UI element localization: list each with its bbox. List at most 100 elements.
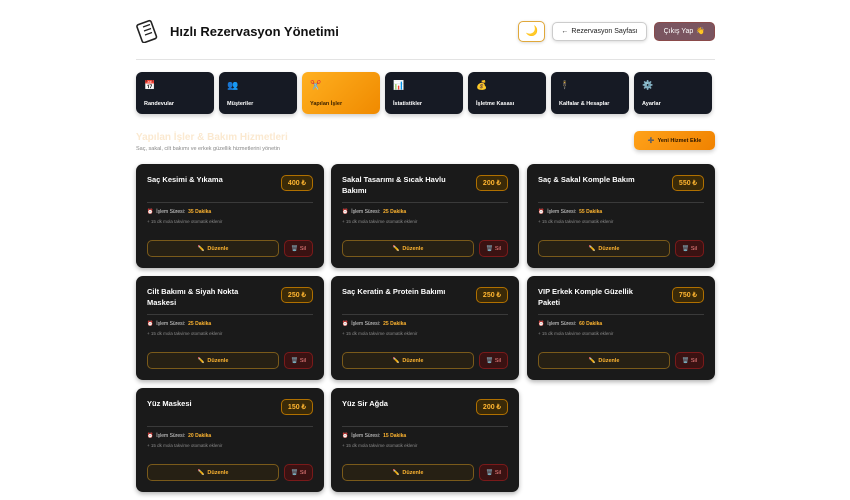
tab-bar: 📅 Randevular 👥 Müşteriler ✂️ Yapılan İşl… bbox=[136, 72, 715, 114]
edit-button[interactable]: ✏️ Düzenle bbox=[538, 240, 670, 257]
trash-icon: 🗑️ bbox=[486, 245, 493, 252]
trash-icon: 🗑️ bbox=[291, 357, 298, 364]
tab-yapilan-isler[interactable]: ✂️ Yapılan İşler bbox=[302, 72, 380, 114]
service-card: Cilt Bakımı & Siyah Nokta Maskesi 250 ₺ … bbox=[136, 276, 324, 380]
service-name: Cilt Bakımı & Siyah Nokta Maskesi bbox=[147, 287, 239, 307]
notebook-icon bbox=[136, 18, 158, 44]
tab-label: Kalfalar & Hesaplar bbox=[559, 101, 610, 107]
duration-value: 25 Dakika bbox=[383, 209, 407, 215]
edit-button[interactable]: ✏️ Düzenle bbox=[147, 352, 279, 369]
edit-button[interactable]: ✏️ Düzenle bbox=[342, 464, 474, 481]
tab-label: Müşteriler bbox=[227, 101, 254, 107]
break-note: + 15 dk mola takvime otomatik eklenir bbox=[538, 219, 614, 224]
alarm-clock-icon: ⏰ bbox=[147, 433, 154, 439]
service-price: 550 ₺ bbox=[671, 175, 704, 191]
moon-icon: 🌙 bbox=[525, 25, 539, 37]
service-price: 250 ₺ bbox=[475, 287, 508, 303]
person-icon: 🕴 bbox=[559, 80, 571, 90]
delete-button[interactable]: 🗑️ Sil bbox=[479, 464, 508, 481]
add-service-button[interactable]: ➕ Yeni Hizmet Ekle bbox=[634, 131, 715, 150]
delete-label: Sil bbox=[299, 469, 306, 476]
reservation-page-button[interactable]: ← Rezervasyon Sayfası bbox=[552, 21, 647, 41]
pencil-icon: ✏️ bbox=[197, 245, 205, 252]
edit-button[interactable]: ✏️ Düzenle bbox=[538, 352, 670, 369]
delete-button[interactable]: 🗑️ Sil bbox=[284, 464, 313, 481]
alarm-clock-icon: ⏰ bbox=[538, 209, 545, 215]
delete-button[interactable]: 🗑️ Sil bbox=[284, 240, 313, 257]
trash-icon: 🗑️ bbox=[682, 245, 689, 252]
tab-isletme-kasasi[interactable]: 💰 İşletme Kasası bbox=[468, 72, 546, 114]
alarm-clock-icon: ⏰ bbox=[147, 321, 154, 327]
service-price: 150 ₺ bbox=[280, 399, 313, 415]
delete-button[interactable]: 🗑️ Sil bbox=[284, 352, 313, 369]
alarm-clock-icon: ⏰ bbox=[147, 209, 154, 215]
duration-value: 15 Dakika bbox=[383, 433, 407, 439]
section-title: Yapılan İşler & Bakım Hizmetleri bbox=[136, 132, 288, 143]
service-card: Yüz Sir Ağda 200 ₺ ⏰ İşlem Süresi: 15 Da… bbox=[331, 388, 519, 492]
theme-toggle-button[interactable]: 🌙 bbox=[518, 20, 546, 42]
delete-label: Sil bbox=[494, 245, 501, 252]
tab-label: İşletme Kasası bbox=[476, 101, 515, 107]
tab-istatistikler[interactable]: 📊 İstatistikler bbox=[385, 72, 463, 114]
bar-chart-icon: 📊 bbox=[393, 80, 405, 90]
alarm-clock-icon: ⏰ bbox=[342, 209, 349, 215]
pencil-icon: ✏️ bbox=[392, 469, 400, 476]
service-name: Yüz Maskesi bbox=[147, 399, 192, 408]
duration-value: 35 Dakika bbox=[188, 209, 212, 215]
duration-value: 55 Dakika bbox=[579, 209, 603, 215]
tab-randevular[interactable]: 📅 Randevular bbox=[136, 72, 214, 114]
scissors-icon: ✂️ bbox=[310, 80, 322, 90]
tab-kalfalar-hesaplar[interactable]: 🕴 Kalfalar & Hesaplar bbox=[551, 72, 629, 114]
duration-label: İşlem Süresi: bbox=[156, 209, 186, 215]
logout-label: Çıkış Yap bbox=[663, 27, 694, 35]
card-divider bbox=[538, 314, 704, 315]
break-note: + 15 dk mola takvime otomatik eklenir bbox=[538, 331, 614, 336]
delete-button[interactable]: 🗑️ Sil bbox=[675, 240, 704, 257]
edit-label: Düzenle bbox=[207, 245, 229, 252]
delete-button[interactable]: 🗑️ Sil bbox=[479, 240, 508, 257]
alarm-clock-icon: ⏰ bbox=[342, 321, 349, 327]
delete-button[interactable]: 🗑️ Sil bbox=[675, 352, 704, 369]
tab-label: Ayarlar bbox=[642, 101, 661, 107]
tab-label: İstatistikler bbox=[393, 101, 423, 107]
trash-icon: 🗑️ bbox=[486, 357, 493, 364]
edit-button[interactable]: ✏️ Düzenle bbox=[147, 240, 279, 257]
duration-label: İşlem Süresi: bbox=[351, 433, 381, 439]
reservation-page-label: Rezervasyon Sayfası bbox=[571, 27, 638, 35]
edit-label: Düzenle bbox=[402, 469, 424, 476]
trash-icon: 🗑️ bbox=[291, 469, 298, 476]
trash-icon: 🗑️ bbox=[682, 357, 689, 364]
delete-label: Sil bbox=[690, 245, 697, 252]
service-card: Saç Kesimi & Yıkama 400 ₺ ⏰ İşlem Süresi… bbox=[136, 164, 324, 268]
tab-ayarlar[interactable]: ⚙️ Ayarlar bbox=[634, 72, 712, 114]
header-divider bbox=[136, 59, 715, 60]
logout-button[interactable]: Çıkış Yap 👋 bbox=[653, 21, 715, 41]
break-note: + 15 dk mola takvime otomatik eklenir bbox=[342, 443, 418, 448]
edit-button[interactable]: ✏️ Düzenle bbox=[342, 240, 474, 257]
edit-label: Düzenle bbox=[598, 357, 620, 364]
money-bag-icon: 💰 bbox=[476, 80, 488, 90]
add-service-label: Yeni Hizmet Ekle bbox=[657, 137, 702, 144]
service-card: Saç & Sakal Komple Bakım 550 ₺ ⏰ İşlem S… bbox=[527, 164, 715, 268]
service-duration: ⏰ İşlem Süresi: 35 Dakika bbox=[147, 209, 211, 215]
duration-label: İşlem Süresi: bbox=[156, 433, 186, 439]
duration-value: 60 Dakika bbox=[579, 321, 603, 327]
card-divider bbox=[538, 202, 704, 203]
edit-label: Düzenle bbox=[598, 245, 620, 252]
pencil-icon: ✏️ bbox=[588, 245, 596, 252]
gear-icon: ⚙️ bbox=[642, 80, 654, 90]
service-card: Sakal Tasarımı & Sıcak Havlu Bakımı 200 … bbox=[331, 164, 519, 268]
edit-label: Düzenle bbox=[207, 469, 229, 476]
service-name: Sakal Tasarımı & Sıcak Havlu Bakımı bbox=[342, 175, 446, 195]
break-note: + 15 dk mola takvime otomatik eklenir bbox=[147, 443, 223, 448]
tab-label: Yapılan İşler bbox=[310, 101, 343, 107]
edit-label: Düzenle bbox=[207, 357, 229, 364]
edit-label: Düzenle bbox=[402, 357, 424, 364]
delete-button[interactable]: 🗑️ Sil bbox=[479, 352, 508, 369]
edit-label: Düzenle bbox=[402, 245, 424, 252]
service-name: Yüz Sir Ağda bbox=[342, 399, 388, 408]
tab-musteriler[interactable]: 👥 Müşteriler bbox=[219, 72, 297, 114]
edit-button[interactable]: ✏️ Düzenle bbox=[147, 464, 279, 481]
edit-button[interactable]: ✏️ Düzenle bbox=[342, 352, 474, 369]
app-header: Hızlı Rezervasyon Yönetimi 🌙 ← Rezervasy… bbox=[136, 14, 715, 48]
